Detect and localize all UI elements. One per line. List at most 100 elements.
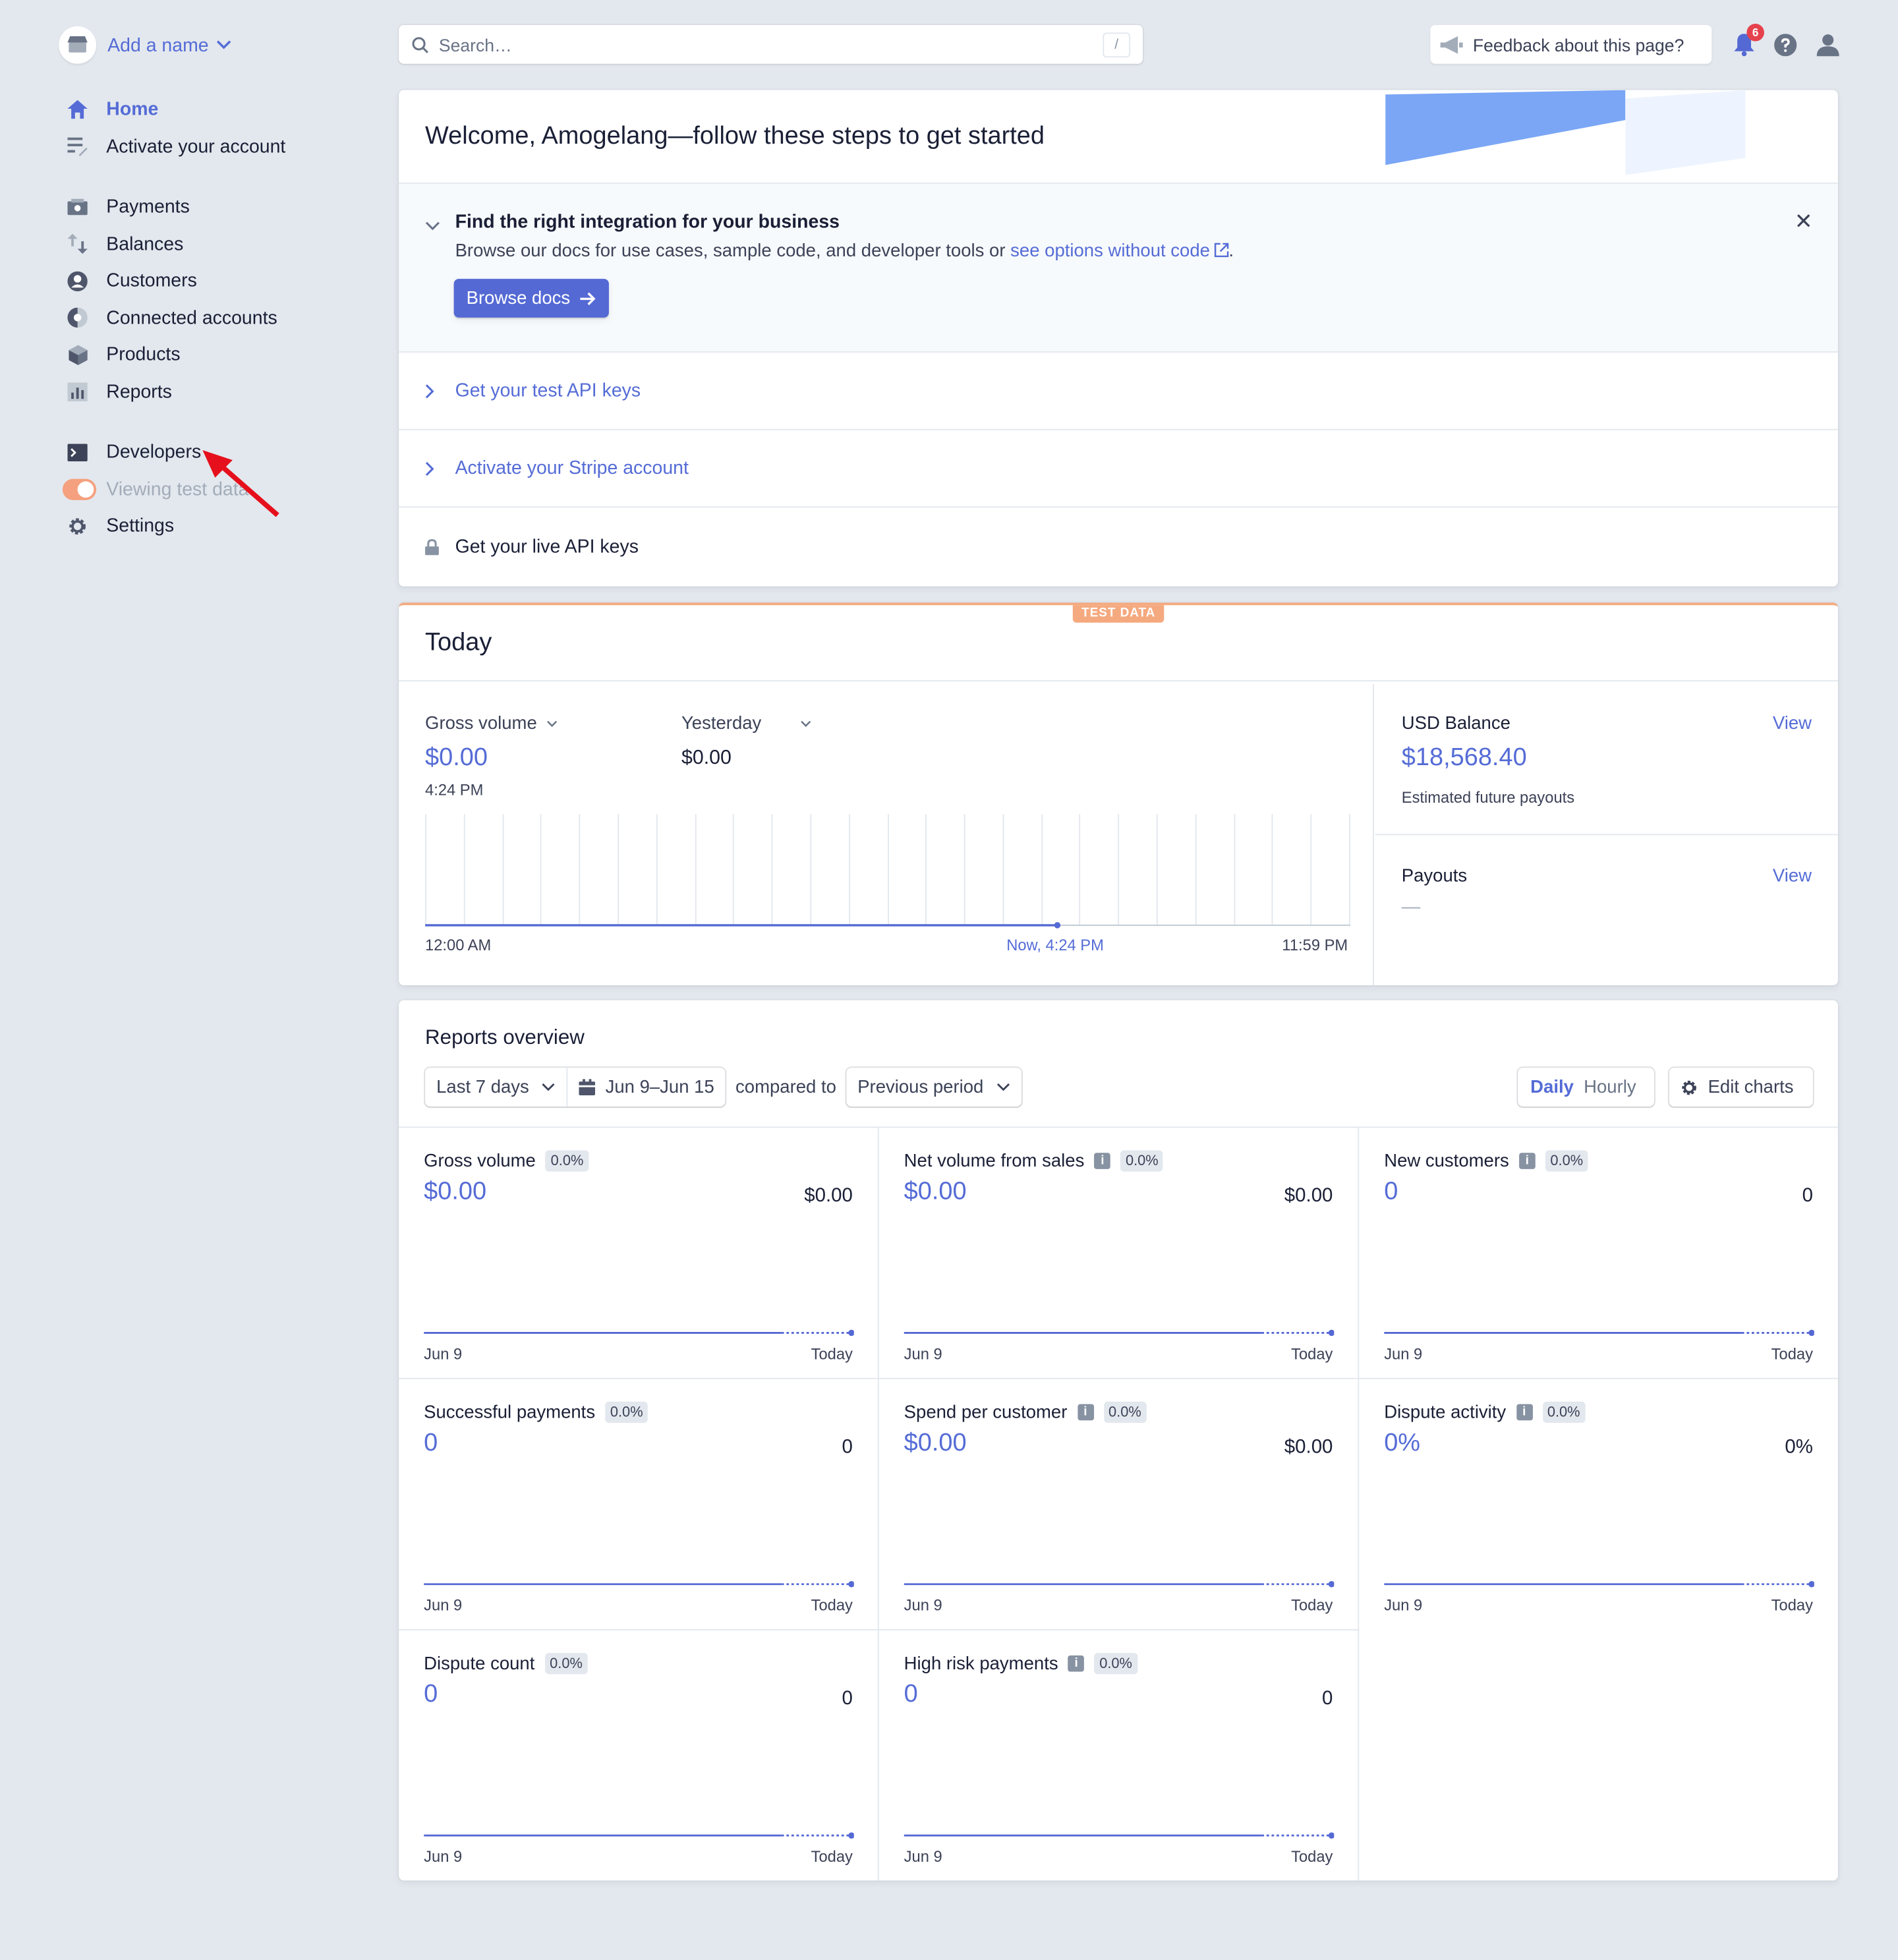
axis-end-label: Today <box>811 1848 853 1866</box>
metric-card[interactable]: Gross volume 0.0% $0.00 $0.00 Jun 9 Today <box>399 1128 879 1379</box>
balance-view-link[interactable]: View <box>1773 714 1812 734</box>
help-icon[interactable] <box>1771 31 1799 59</box>
button-label: Browse docs <box>466 288 571 308</box>
percent-change-badge: 0.0% <box>544 1653 588 1675</box>
chevron-down-icon[interactable] <box>425 215 440 237</box>
compare-selector[interactable]: Yesterday <box>681 714 811 734</box>
metric-value: $0.00 <box>425 743 488 772</box>
sidebar-item-label: Home <box>106 99 159 121</box>
range-label: Last 7 days <box>436 1077 529 1097</box>
axis-end-label: Today <box>1291 1596 1333 1615</box>
gear-icon <box>1682 1080 1696 1095</box>
info-icon[interactable]: i <box>1516 1404 1533 1421</box>
payments-icon <box>65 194 90 219</box>
toggle-switch[interactable] <box>62 476 97 502</box>
date-select[interactable]: Jun 9–Jun 15 <box>566 1068 726 1107</box>
sparkline <box>424 1581 854 1588</box>
metric-card[interactable]: Dispute count 0.0% 0 0 Jun 9 Today <box>399 1630 879 1880</box>
sparkline <box>904 1329 1335 1337</box>
sidebar-item-label: Activate your account <box>106 136 286 158</box>
axis-start-label: Jun 9 <box>424 1596 463 1615</box>
edit-charts-button[interactable]: Edit charts <box>1669 1068 1813 1107</box>
metric-card[interactable]: Net volume from sales i 0.0% $0.00 $0.00 Jun … <box>879 1128 1360 1379</box>
metric-time: 4:24 PM <box>425 781 484 799</box>
arrow-right-icon <box>580 291 596 305</box>
metric-value: $0.00 <box>904 1429 967 1457</box>
metric-compare-value: $0.00 <box>1284 1185 1333 1207</box>
metric-label: Gross volume <box>425 714 537 734</box>
balance-subtext: Estimated future payouts <box>1401 789 1575 807</box>
metric-value: 0 <box>424 1429 438 1457</box>
home-icon <box>65 98 90 123</box>
metric-name: New customers i 0.0% <box>1384 1150 1588 1172</box>
browse-docs-button[interactable]: Browse docs <box>453 279 609 318</box>
metric-compare-value: 0 <box>1322 1688 1333 1710</box>
info-icon[interactable]: i <box>1068 1655 1085 1672</box>
metric-name-text: High risk payments <box>904 1654 1058 1674</box>
close-icon[interactable] <box>1797 212 1810 234</box>
metric-card[interactable]: High risk payments i 0.0% 0 0 Jun 9 Today <box>879 1630 1360 1880</box>
edit-charts-label: Edit charts <box>1708 1077 1794 1097</box>
search-input[interactable]: Search… / <box>399 24 1143 64</box>
sidebar-item-balances[interactable]: Balances <box>65 225 365 262</box>
decoration-shape <box>1625 90 1746 175</box>
metric-card[interactable]: Spend per customer i 0.0% $0.00 $0.00 Jun 9 To… <box>879 1379 1360 1630</box>
axis-start-label: Jun 9 <box>904 1596 942 1615</box>
sparkline <box>1384 1581 1814 1588</box>
sidebar-item-reports[interactable]: Reports <box>65 373 365 410</box>
payouts: Payouts View — <box>1375 836 1838 985</box>
daily-tab[interactable]: Daily <box>1530 1077 1574 1097</box>
range-select[interactable]: Last 7 days <box>425 1068 567 1107</box>
metric-card[interactable]: Successful payments 0.0% 0 0 Jun 9 Today <box>399 1379 879 1630</box>
info-icon[interactable]: i <box>1094 1153 1111 1169</box>
info-icon[interactable]: i <box>1077 1404 1094 1421</box>
period-select[interactable]: Previous period <box>846 1068 1021 1107</box>
step-test-api-keys[interactable]: Get your test API keys <box>399 353 1838 430</box>
account-switcher[interactable]: Add a name <box>59 25 231 65</box>
hourly-tab[interactable]: Hourly <box>1584 1077 1636 1097</box>
options-without-code-link[interactable]: see options without code <box>1010 241 1210 261</box>
metric-name-text: New customers <box>1384 1151 1509 1171</box>
today-line-chart <box>425 814 1350 929</box>
sparkline <box>424 1329 854 1337</box>
now-point <box>1054 922 1061 929</box>
sidebar-item-label: Customers <box>106 270 197 292</box>
connected-accounts-icon <box>65 305 90 330</box>
sidebar-item-products[interactable]: Products <box>65 336 365 373</box>
step-label: Get your live API keys <box>455 535 639 558</box>
feedback-button[interactable]: Feedback about this page? <box>1430 24 1712 64</box>
metric-name: Spend per customer i 0.0% <box>904 1401 1147 1424</box>
balance-panel: USD Balance View $18,568.40 Estimated fu… <box>1375 684 1838 985</box>
sidebar-item-activate-account[interactable]: Activate your account <box>65 128 365 165</box>
decoration-shape <box>1385 90 1626 165</box>
user-profile-icon[interactable] <box>1814 31 1842 59</box>
metric-card[interactable]: New customers i 0.0% 0 0 Jun 9 Today <box>1359 1128 1838 1379</box>
sidebar-item-customers[interactable]: Customers <box>65 262 365 299</box>
balance-value: $18,568.40 <box>1401 743 1527 772</box>
metric-value: 0 <box>904 1680 918 1708</box>
lock-icon <box>425 538 443 555</box>
metric-compare-value: 0% <box>1785 1436 1813 1458</box>
sidebar-item-label: Connected accounts <box>106 307 277 329</box>
payouts-view-link[interactable]: View <box>1773 867 1812 886</box>
metric-selector[interactable]: Gross volume <box>425 714 558 734</box>
info-icon[interactable]: i <box>1518 1153 1536 1169</box>
step-integration: Find the right integration for your busi… <box>399 183 1838 353</box>
metric-card[interactable]: Dispute activity i 0.0% 0% 0% Jun 9 Today <box>1359 1379 1838 1630</box>
step-activate-account[interactable]: Activate your Stripe account <box>399 430 1838 508</box>
percent-change-badge: 0.0% <box>1103 1401 1147 1424</box>
test-data-badge: TEST DATA <box>1072 605 1165 623</box>
gear-icon <box>65 513 90 538</box>
metric-compare-value: 0 <box>842 1688 853 1710</box>
sparkline <box>904 1832 1335 1839</box>
sidebar-item-payments[interactable]: Payments <box>65 188 365 225</box>
compared-to-label: compared to <box>735 1077 836 1097</box>
metric-name: Dispute activity i 0.0% <box>1384 1401 1586 1424</box>
axis-start-label: Jun 9 <box>424 1848 463 1866</box>
percent-change-badge: 0.0% <box>546 1150 589 1172</box>
sidebar-item-home[interactable]: Home <box>65 91 365 128</box>
terminal-icon <box>65 440 90 465</box>
axis-start-label: Jun 9 <box>904 1848 942 1866</box>
search-icon <box>412 36 428 53</box>
sidebar-item-connected-accounts[interactable]: Connected accounts <box>65 299 365 336</box>
